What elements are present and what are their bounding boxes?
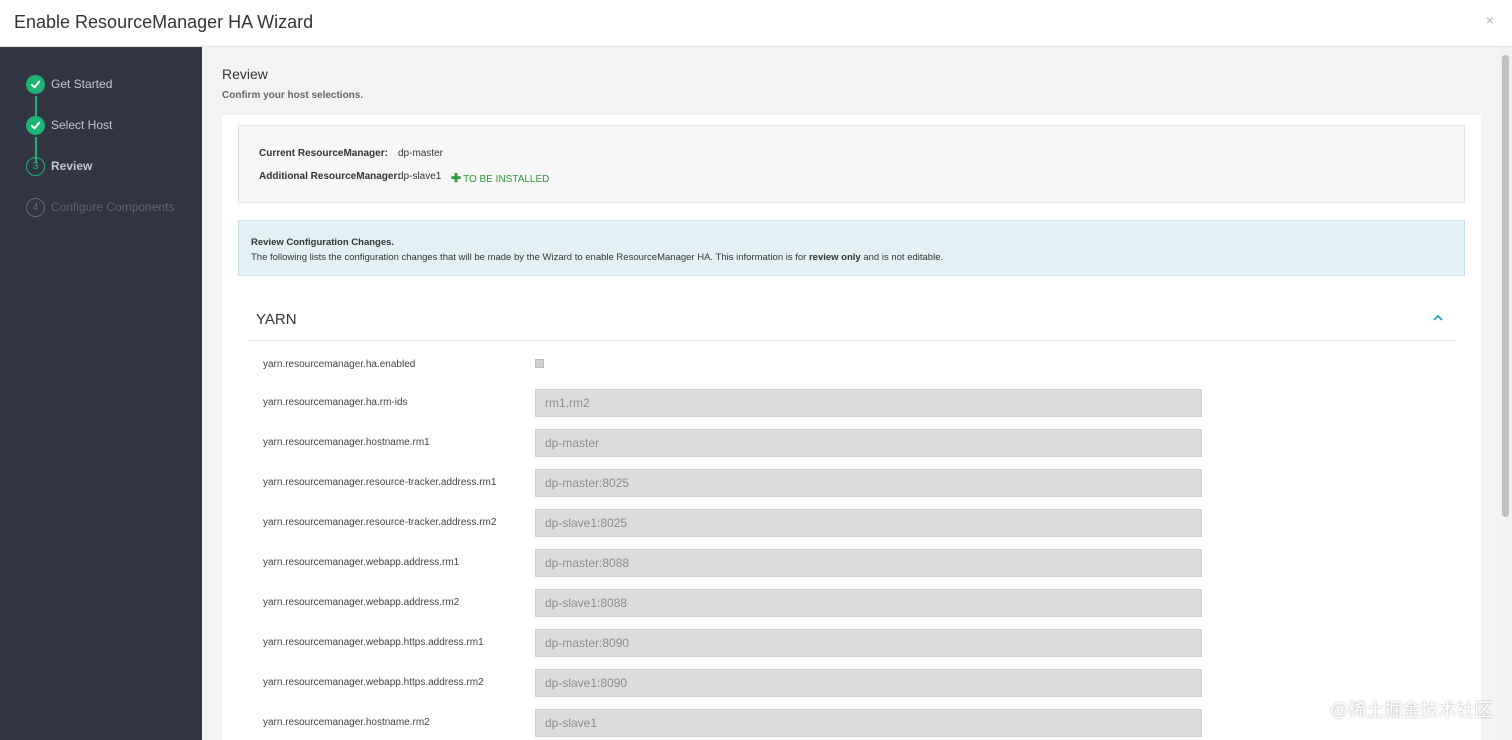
- chevron-up-icon[interactable]: [1432, 312, 1444, 324]
- page-subtitle: Confirm your host selections.: [222, 90, 364, 101]
- config-value-field: dp-master:8088: [535, 549, 1202, 577]
- config-name: yarn.resourcemanager.webapp.address.rm1: [263, 557, 460, 568]
- step-label: Get Started: [51, 77, 113, 91]
- install-badge: ✚ TO BE INSTALLED: [451, 171, 549, 185]
- config-name: yarn.resourcemanager.resource-tracker.ad…: [263, 477, 497, 488]
- config-row: yarn.resourcemanager.hostname.rm1 dp-mas…: [263, 429, 1203, 457]
- config-row: yarn.resourcemanager.ha.enabled: [263, 351, 1203, 379]
- scrollbar[interactable]: [1500, 47, 1512, 740]
- step-label: Review: [51, 159, 93, 173]
- config-value-field: dp-master:8090: [535, 629, 1202, 657]
- info-text-bold: review only: [808, 252, 861, 263]
- additional-rm-row: Additional ResourceManager: dp-slave1 ✚ T…: [259, 171, 549, 185]
- step-number: 3: [26, 156, 45, 176]
- step-get-started[interactable]: Get Started: [26, 74, 112, 94]
- config-name: yarn.resourcemanager.ha.rm-ids: [263, 397, 408, 408]
- config-value-field: dp-slave1:8088: [535, 589, 1202, 617]
- config-value-field: dp-master: [535, 429, 1202, 457]
- check-icon: [26, 115, 45, 135]
- config-name: yarn.resourcemanager.resource-tracker.ad…: [263, 517, 497, 528]
- config-row: yarn.resourcemanager.resource-tracker.ad…: [263, 469, 1203, 497]
- config-row: yarn.resourcemanager.webapp.https.addres…: [263, 669, 1203, 697]
- step-label: Configure Components: [51, 200, 175, 214]
- current-rm-row: Current ResourceManager: dp-master: [259, 148, 443, 159]
- config-name: yarn.resourcemanager.webapp.https.addres…: [263, 677, 484, 688]
- host-summary: Current ResourceManager: dp-master Addit…: [238, 125, 1465, 203]
- step-configure-components: 4 Configure Components: [26, 197, 174, 217]
- info-alert: Review Configuration Changes. The follow…: [238, 220, 1465, 276]
- config-name: yarn.resourcemanager.hostname.rm1: [263, 437, 430, 448]
- additional-rm-value: dp-slave1: [398, 171, 442, 182]
- check-icon: [26, 74, 45, 94]
- config-name: yarn.resourcemanager.webapp.address.rm2: [263, 597, 460, 608]
- config-name: yarn.resourcemanager.hostname.rm2: [263, 717, 430, 728]
- step-select-host[interactable]: Select Host: [26, 115, 112, 135]
- modal-title: Enable ResourceManager HA Wizard: [14, 12, 314, 32]
- info-text-part: and is not editable.: [860, 252, 944, 263]
- config-row: yarn.resourcemanager.webapp.address.rm2 …: [263, 589, 1203, 617]
- plus-icon: ✚: [451, 171, 462, 185]
- config-row: yarn.resourcemanager.webapp.address.rm1 …: [263, 549, 1203, 577]
- info-text: The following lists the configuration ch…: [251, 250, 1452, 265]
- page-title: Review: [222, 66, 268, 82]
- watermark: @稀土掘金技术社区: [1330, 700, 1493, 720]
- wizard-content: Review Confirm your host selections. Cur…: [202, 47, 1500, 740]
- install-badge-label: TO BE INSTALLED: [463, 174, 550, 185]
- step-review[interactable]: 3 Review: [26, 156, 92, 176]
- info-title: Review Configuration Changes.: [251, 237, 395, 248]
- info-text-part: The following lists the configuration ch…: [251, 252, 809, 263]
- current-rm-label: Current ResourceManager:: [259, 148, 388, 159]
- yarn-section-header[interactable]: YARN: [248, 295, 1456, 341]
- scrollbar-thumb[interactable]: [1502, 55, 1509, 517]
- config-value-field: dp-slave1: [535, 709, 1202, 737]
- wizard-sidebar: Get Started Select Host 3 Review 4 Confi…: [0, 47, 202, 740]
- config-name: yarn.resourcemanager.webapp.https.addres…: [263, 637, 484, 648]
- config-value-field: dp-slave1:8090: [535, 669, 1202, 697]
- additional-rm-label: Additional ResourceManager:: [259, 171, 401, 182]
- config-value-field: dp-master:8025: [535, 469, 1202, 497]
- config-value-field: dp-slave1:8025: [535, 509, 1202, 537]
- section-title: YARN: [256, 311, 297, 328]
- modal-header: Enable ResourceManager HA Wizard ×: [0, 0, 1512, 47]
- config-row: yarn.resourcemanager.resource-tracker.ad…: [263, 509, 1203, 537]
- config-row: yarn.resourcemanager.hostname.rm2 dp-sla…: [263, 709, 1203, 737]
- config-checkbox: [535, 359, 544, 368]
- config-name: yarn.resourcemanager.ha.enabled: [263, 359, 416, 370]
- step-number: 4: [26, 197, 45, 217]
- close-button[interactable]: ×: [1486, 12, 1494, 28]
- config-row: yarn.resourcemanager.ha.rm-ids rm1,rm2: [263, 389, 1203, 417]
- config-row: yarn.resourcemanager.webapp.https.addres…: [263, 629, 1203, 657]
- current-rm-value: dp-master: [398, 148, 444, 159]
- step-label: Select Host: [51, 118, 113, 132]
- config-value-field: rm1,rm2: [535, 389, 1202, 417]
- review-panel: Current ResourceManager: dp-master Addit…: [222, 115, 1481, 740]
